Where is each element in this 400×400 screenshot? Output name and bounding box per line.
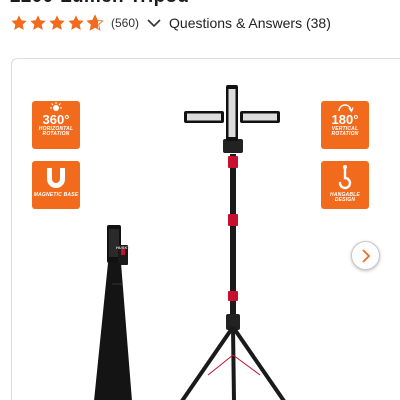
rating-row[interactable]: (560) Questions & Answers (38) [10, 12, 331, 34]
magnet-icon [47, 168, 65, 188]
chevron-down-icon[interactable] [147, 18, 161, 28]
brand-label: HUSKY [116, 245, 131, 250]
badge-vertical-rotation: 180° VERTICAL ROTATION [321, 101, 369, 149]
badge-magnetic-base: MAGNETIC BASE [32, 161, 80, 209]
review-count[interactable]: (560) [111, 16, 139, 30]
star-icon [30, 15, 46, 30]
star-rating[interactable] [10, 14, 105, 32]
badge-horizontal-rotation: 360° HORIZONTAL ROTATION [32, 101, 80, 149]
next-image-button[interactable] [351, 241, 380, 270]
chevron-right-icon [361, 248, 370, 263]
badge-big-text: 360° [42, 112, 70, 127]
badge-big-text: 180° [331, 112, 359, 127]
badge-small-text: MAGNETIC BASE [33, 192, 79, 198]
title-clip: 2200-Lumen Tripod [0, 0, 400, 8]
questions-answers-link[interactable]: Questions & Answers (38) [169, 15, 331, 31]
product-image-gallery[interactable]: HUSKY 360° HORIZONTAL ROTATION MAGNETIC … [11, 58, 400, 400]
star-icon [11, 15, 27, 30]
star-icon [49, 15, 65, 30]
product-title: 2200-Lumen Tripod [10, 0, 189, 8]
badge-small-text: HANGABLE DESIGN [330, 192, 360, 203]
star-half-icon [86, 14, 104, 31]
star-icon [68, 15, 84, 30]
badge-small-text: HORIZONTAL ROTATION [38, 126, 74, 137]
badge-hangable-design: HANGABLE DESIGN [321, 161, 369, 209]
badge-small-text: VERTICAL ROTATION [331, 126, 359, 137]
hook-icon [338, 165, 352, 190]
